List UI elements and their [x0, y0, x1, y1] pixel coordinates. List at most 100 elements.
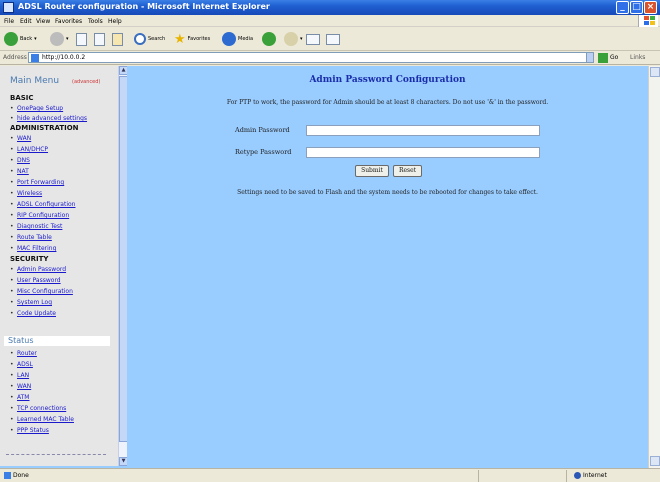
stop-button[interactable]: [76, 31, 87, 47]
menu-link-mac-filtering[interactable]: MAC Filtering: [10, 245, 56, 252]
stop-icon: [76, 32, 87, 46]
edit-page-icon: [326, 33, 340, 45]
links-button[interactable]: Links: [630, 54, 645, 61]
print-button[interactable]: [306, 31, 320, 47]
content-area: Main Menu (advanced) BASIC OnePage Setup…: [0, 66, 660, 468]
back-button[interactable]: Back ▾: [4, 31, 37, 47]
menu-link-diagnostic-test[interactable]: Diagnostic Test: [10, 223, 62, 230]
menu-divider: [6, 454, 106, 460]
menu-help[interactable]: Help: [108, 18, 122, 25]
home-button[interactable]: [112, 31, 123, 47]
menu-link-rip-configuration[interactable]: RIP Configuration: [10, 212, 69, 219]
toolbar: Back ▾ ▾ Search ★ Favorites Media ▾: [0, 27, 660, 51]
menu-link-route-table[interactable]: Route Table: [10, 234, 52, 241]
status-menu: Router ADSL LAN WAN ATM TCP connections …: [6, 348, 110, 452]
minimize-button[interactable]: _: [616, 1, 629, 14]
status-zone: Internet: [574, 472, 607, 479]
menu-link-lan-dhcp[interactable]: LAN/DHCP: [10, 146, 48, 153]
retype-password-label: Retype Password: [235, 148, 292, 156]
menu-link-admin-password[interactable]: Admin Password: [10, 266, 66, 273]
ie-logo-icon: [3, 2, 14, 13]
menu-link-wireless[interactable]: Wireless: [10, 190, 42, 197]
menu-link-port-forwarding[interactable]: Port Forwarding: [10, 179, 64, 186]
menu-view[interactable]: View: [36, 18, 50, 25]
password-requirement-note: For PTP to work, the password for Admin …: [226, 99, 549, 106]
left-menu-frame: Main Menu (advanced) BASIC OnePage Setup…: [0, 66, 118, 466]
status-link-tcp-connections[interactable]: TCP connections: [10, 405, 66, 412]
mode-indicator: (advanced): [72, 79, 101, 85]
close-button[interactable]: ×: [644, 1, 657, 14]
menu-link-user-password[interactable]: User Password: [10, 277, 61, 284]
section-administration: ADMINISTRATION: [10, 124, 79, 132]
status-link-atm[interactable]: ATM: [10, 394, 29, 401]
left-frame-scrollbar[interactable]: ▲ ▼: [118, 66, 128, 466]
forward-button[interactable]: ▾: [50, 31, 69, 47]
menu-link-wan[interactable]: WAN: [10, 135, 31, 142]
menu-file[interactable]: File: [4, 18, 14, 25]
status-header: Status: [4, 336, 110, 346]
menu-favorites[interactable]: Favorites: [55, 18, 82, 25]
home-icon: [112, 32, 123, 46]
menu-link-hide-advanced[interactable]: hide advanced settings: [10, 115, 87, 122]
submit-button[interactable]: Submit: [355, 165, 389, 177]
page-title: Admin Password Configuration: [309, 75, 466, 85]
status-bar: Done Internet: [0, 468, 660, 482]
menu-edit[interactable]: Edit: [20, 18, 32, 25]
config-menu: BASIC OnePage Setup hide advanced settin…: [6, 92, 110, 330]
mail-button[interactable]: ▾: [284, 31, 303, 47]
print-icon: [306, 33, 320, 45]
scroll-down-button[interactable]: [650, 456, 660, 466]
main-menu-title: Main Menu: [10, 76, 60, 86]
address-input[interactable]: http://10.0.0.2: [28, 52, 594, 63]
admin-password-label: Admin Password: [235, 126, 290, 134]
menu-link-dns[interactable]: DNS: [10, 157, 30, 164]
status-separator: [566, 470, 567, 482]
retype-password-input[interactable]: [306, 147, 540, 158]
history-button[interactable]: [262, 31, 276, 47]
main-frame-scrollbar[interactable]: [648, 66, 660, 468]
go-arrow-icon: [598, 52, 608, 63]
status-link-router[interactable]: Router: [10, 350, 37, 357]
media-icon: [222, 32, 236, 46]
admin-password-input[interactable]: [306, 125, 540, 136]
status-link-learned-mac-table[interactable]: Learned MAC Table: [10, 416, 74, 423]
scroll-up-button[interactable]: [650, 67, 660, 77]
refresh-button[interactable]: [94, 31, 105, 47]
edit-button[interactable]: [326, 31, 340, 47]
menu-tools[interactable]: Tools: [88, 18, 103, 25]
favorites-button[interactable]: ★ Favorites: [174, 31, 210, 47]
internet-globe-icon: [574, 472, 581, 479]
menu-link-nat[interactable]: NAT: [10, 168, 29, 175]
window-title: ADSL Router configuration - Microsoft In…: [18, 2, 270, 11]
status-title: Status: [8, 336, 34, 345]
status-link-wan[interactable]: WAN: [10, 383, 31, 390]
menu-bar: File Edit View Favorites Tools Help: [0, 15, 660, 27]
back-arrow-icon: [4, 32, 18, 46]
search-icon: [134, 33, 146, 45]
section-security: SECURITY: [10, 255, 49, 263]
status-done: Done: [4, 472, 29, 479]
refresh-icon: [94, 32, 105, 46]
forward-arrow-icon: [50, 32, 64, 46]
search-button[interactable]: Search: [134, 31, 165, 47]
address-dropdown-button[interactable]: [586, 52, 594, 63]
menu-link-misc-configuration[interactable]: Misc Configuration: [10, 288, 73, 295]
mail-icon: [284, 32, 298, 46]
star-icon: ★: [174, 31, 186, 47]
go-button[interactable]: Go: [598, 52, 618, 63]
maximize-button[interactable]: □: [630, 1, 643, 14]
status-link-ppp-status[interactable]: PPP Status: [10, 427, 49, 434]
status-link-adsl[interactable]: ADSL: [10, 361, 33, 368]
menu-link-onepage-setup[interactable]: OnePage Setup: [10, 105, 63, 112]
media-button[interactable]: Media: [222, 31, 253, 47]
browser-window: ADSL Router configuration - Microsoft In…: [0, 0, 660, 482]
status-link-lan[interactable]: LAN: [10, 372, 29, 379]
page-icon: [31, 54, 39, 62]
menu-link-code-update[interactable]: Code Update: [10, 310, 56, 317]
main-frame: Admin Password Configuration For PTP to …: [127, 66, 648, 466]
reset-button[interactable]: Reset: [393, 165, 422, 177]
menu-link-adsl-configuration[interactable]: ADSL Configuration: [10, 201, 75, 208]
main-menu-header: Main Menu (advanced): [2, 76, 112, 88]
page-done-icon: [4, 472, 11, 479]
menu-link-system-log[interactable]: System Log: [10, 299, 52, 306]
